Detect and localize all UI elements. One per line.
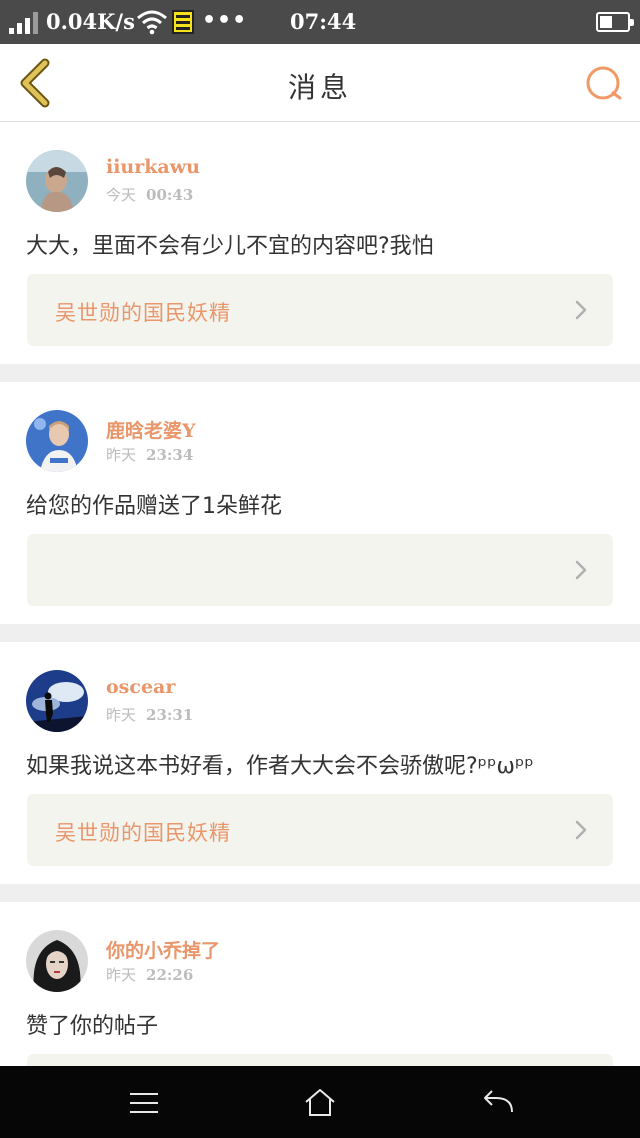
referenced-work-link[interactable]: 吴世勋的国民妖精 <box>27 794 613 866</box>
message-card[interactable]: oscear 昨天 23:31 如果我说这本书好看，作者大大会不会骄傲呢?ᵖᵖωᵖ… <box>0 642 640 884</box>
message-text: 赞了你的帖子 <box>26 1014 159 1039</box>
status-time: 07:44 <box>290 9 357 34</box>
message-day: 昨天 <box>106 966 137 984</box>
message-time: 昨天 22:26 <box>106 964 193 985</box>
system-nav-bar <box>0 1066 640 1138</box>
referenced-work-title: 吴世勋的国民妖精 <box>55 821 231 845</box>
message-card[interactable]: iiurkawu 今天 00:43 大大，里面不会有少儿不宜的内容吧?我怕 吴世勋… <box>0 122 640 364</box>
back-arrow-icon[interactable] <box>478 1086 518 1120</box>
chevron-right-icon <box>575 820 587 840</box>
app-header: 消息 <box>0 44 640 122</box>
message-text: 如果我说这本书好看，作者大大会不会骄傲呢?ᵖᵖωᵖᵖ <box>26 754 534 779</box>
wifi-icon <box>137 10 167 35</box>
chevron-right-icon <box>575 560 587 580</box>
username[interactable]: 你的小乔掉了 <box>106 936 220 963</box>
battery-icon <box>596 12 634 32</box>
username[interactable]: 鹿晗老婆Y <box>106 416 196 443</box>
avatar[interactable] <box>26 150 88 212</box>
message-day: 昨天 <box>106 706 137 724</box>
page-title: 消息 <box>287 71 352 104</box>
message-time: 今天 00:43 <box>106 184 193 205</box>
menu-icon[interactable] <box>124 1086 164 1120</box>
network-speed: 0.04K/s <box>46 9 135 34</box>
notification-icon <box>172 10 194 34</box>
referenced-work-title: 吴世勋的国民妖精 <box>55 301 231 325</box>
message-clock: 22:26 <box>146 966 194 984</box>
username[interactable]: iiurkawu <box>106 156 200 178</box>
message-card[interactable]: 鹿晗老婆Y 昨天 23:34 给您的作品赠送了1朵鲜花 <box>0 382 640 624</box>
message-text: 给您的作品赠送了1朵鲜花 <box>26 494 282 519</box>
chevron-right-icon <box>575 300 587 320</box>
status-bar: 0.04K/s ••• 07:44 <box>0 0 640 44</box>
message-list: iiurkawu 今天 00:43 大大，里面不会有少儿不宜的内容吧?我怕 吴世勋… <box>0 122 640 1066</box>
message-card[interactable]: 你的小乔掉了 昨天 22:26 赞了你的帖子 <box>0 902 640 1066</box>
message-day: 昨天 <box>106 446 137 464</box>
message-text: 大大，里面不会有少儿不宜的内容吧?我怕 <box>26 234 434 259</box>
message-clock: 00:43 <box>146 186 194 204</box>
message-time: 昨天 23:31 <box>106 704 193 725</box>
avatar[interactable] <box>26 410 88 472</box>
message-clock: 23:34 <box>146 446 194 464</box>
signal-icon <box>9 12 39 34</box>
message-clock: 23:31 <box>146 706 194 724</box>
referenced-work-link[interactable] <box>27 1054 613 1066</box>
battery-level <box>600 16 612 28</box>
avatar[interactable] <box>26 670 88 732</box>
message-time: 昨天 23:34 <box>106 444 193 465</box>
referenced-work-link[interactable] <box>27 534 613 606</box>
referenced-work-link[interactable]: 吴世勋的国民妖精 <box>27 274 613 346</box>
search-icon[interactable] <box>582 62 626 106</box>
message-day: 今天 <box>106 186 137 204</box>
more-notifications-icon: ••• <box>202 8 248 33</box>
username[interactable]: oscear <box>106 676 175 698</box>
avatar[interactable] <box>26 930 88 992</box>
home-icon[interactable] <box>300 1086 340 1120</box>
